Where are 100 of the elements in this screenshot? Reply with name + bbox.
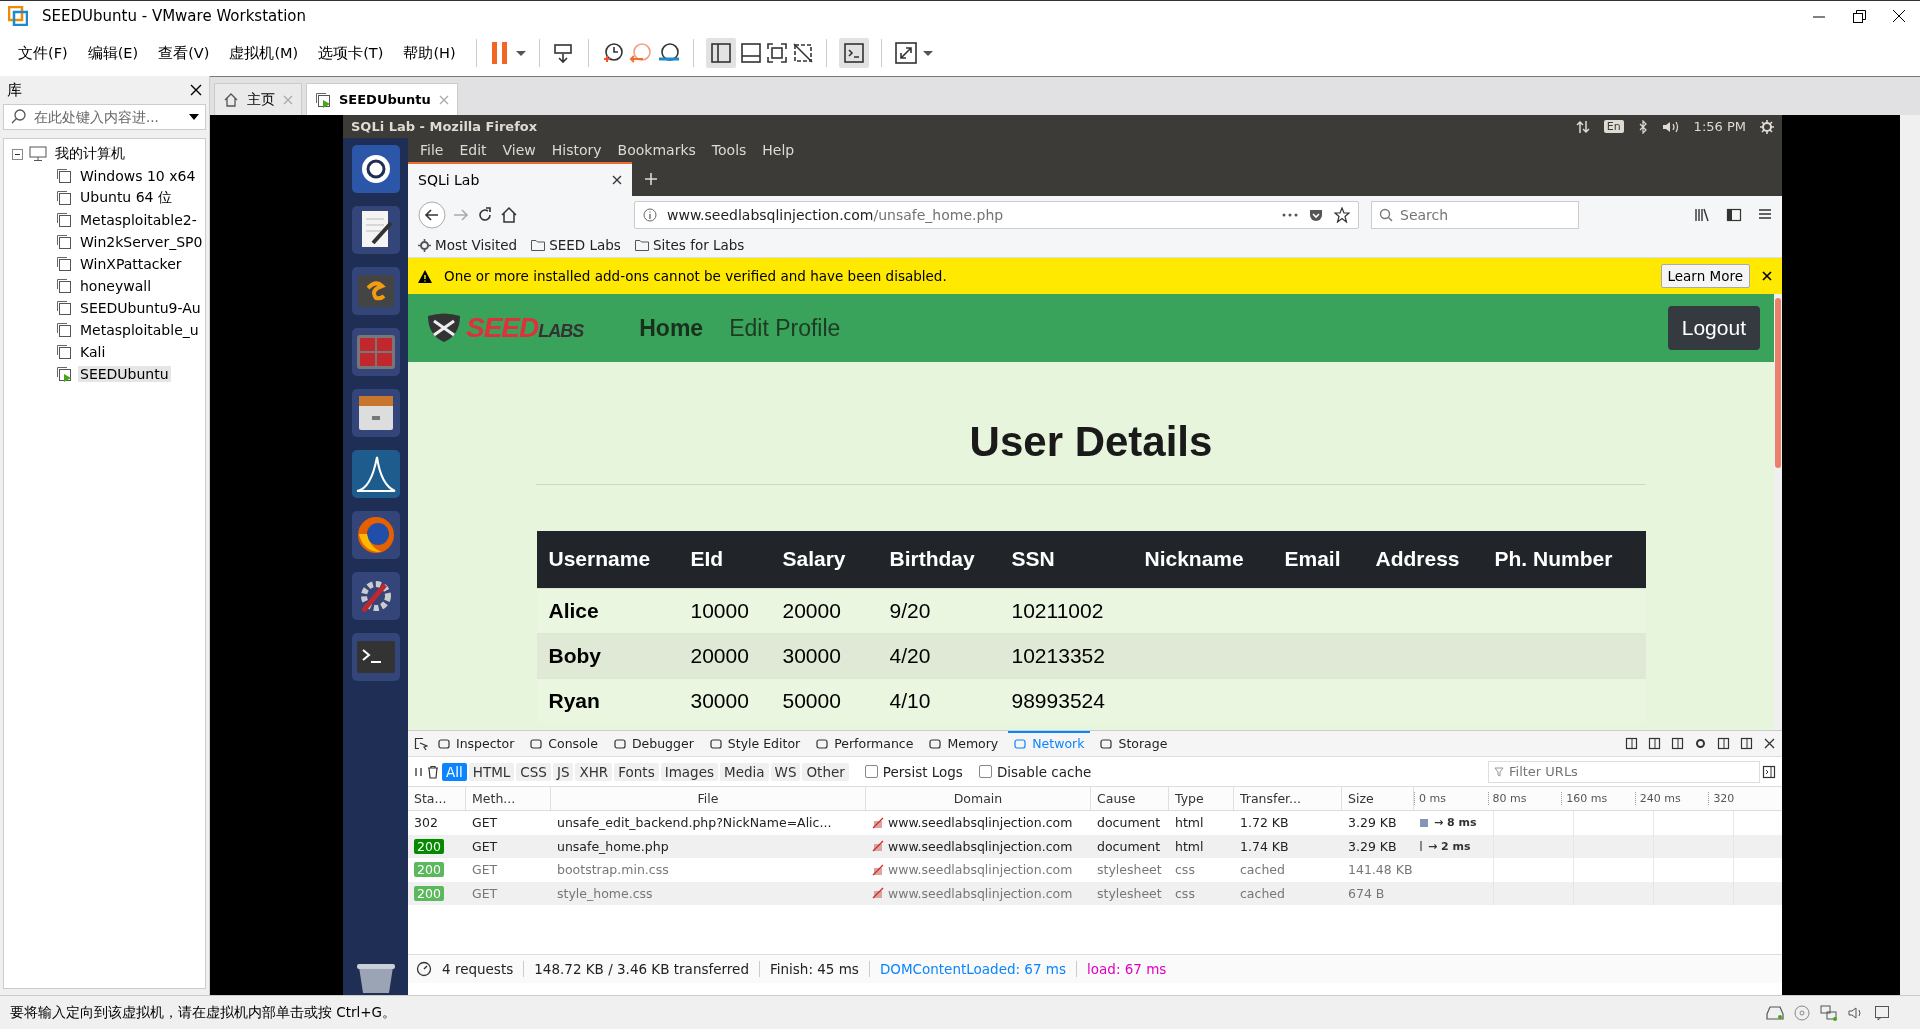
search-field[interactable]: Search [1371,200,1579,229]
trash-icon[interactable] [426,764,440,779]
sidebar-icon[interactable] [1726,206,1742,223]
console-icon[interactable] [842,42,865,64]
performance-icon[interactable] [416,961,432,977]
close-icon[interactable] [190,84,202,96]
reload-icon[interactable] [476,205,494,224]
scrollbar-thumb[interactable] [1775,298,1781,468]
fox-globe-icon[interactable] [350,510,401,560]
tree-item[interactable]: WinXPattacker [78,256,184,272]
devtools-tab[interactable]: Style Editor [703,731,807,756]
menu-item[interactable]: History [543,142,610,158]
column-header[interactable]: File [551,787,866,810]
devtools-tab[interactable]: Console [524,731,604,756]
sidebar-icon[interactable] [1717,737,1730,750]
tree-item[interactable]: Ubuntu 64 位 [78,189,174,207]
column-header[interactable]: Size [1342,787,1414,810]
devtools-tab[interactable]: Debugger [607,731,700,756]
tree-item[interactable]: SEEDUbuntu [78,366,171,382]
close-icon[interactable] [612,175,622,185]
close-icon[interactable] [1892,8,1906,23]
tree-item[interactable]: Metasploitable2- [78,212,199,228]
tab[interactable]: SEEDUbuntu [306,83,458,115]
menu-item[interactable]: 虚拟机(M) [221,43,307,63]
network-icon[interactable] [1820,1004,1838,1021]
bluetooth-icon[interactable] [1637,119,1648,134]
filter-button[interactable]: All [442,762,467,781]
column-header[interactable]: Transfer... [1234,787,1342,810]
more-icon[interactable] [1282,211,1298,218]
fin-icon[interactable] [350,449,401,499]
menu-icon[interactable] [1758,206,1772,221]
menu-item[interactable]: 帮助(H) [395,43,464,63]
tree-item[interactable]: Win2kServer_SP0 [78,234,205,250]
terminal-grid-icon[interactable] [350,327,401,377]
scrollbar-track[interactable] [1900,115,1920,995]
bookmark[interactable]: Sites for Labs [652,237,745,253]
devtools-tab[interactable]: Storage [1094,731,1174,756]
tree-item[interactable]: Windows 10 x64 [78,168,198,184]
keyboard-indicator[interactable]: En [1603,120,1624,133]
unity-off-icon[interactable] [791,42,814,64]
network-arrows-icon[interactable] [1575,119,1590,134]
home-icon[interactable] [500,205,518,224]
filter-button[interactable]: Fonts [614,762,659,781]
close-icon[interactable] [1763,737,1776,750]
menu-item[interactable]: 文件(F) [10,43,76,63]
filter-button[interactable]: Other [802,762,849,781]
menu-item[interactable]: 查看(V) [150,43,218,63]
tab[interactable]: 主页 [214,83,302,115]
tree-item[interactable]: Metasploitable_u [78,322,201,338]
close-icon[interactable] [1762,271,1772,281]
filter-button[interactable]: Media [720,762,769,781]
column-header[interactable]: Cause [1091,787,1169,810]
info-icon[interactable] [643,207,657,222]
speaker-icon[interactable] [1848,1004,1864,1021]
menu-item[interactable]: Tools [703,142,755,158]
column-header[interactable]: Meth... [466,787,551,810]
file-cabinet-icon[interactable] [350,388,401,438]
back-icon[interactable] [418,200,446,229]
tree-item[interactable]: Kali [78,344,108,360]
bookmark[interactable]: SEED Labs [549,237,621,253]
filter-button[interactable]: WS [770,762,801,781]
ubuntu-logo-icon[interactable] [350,144,401,194]
collapse-icon[interactable] [12,148,23,160]
clock[interactable]: 1:56 PM [1693,119,1746,134]
checkbox[interactable] [864,765,878,778]
pause-icon[interactable] [414,766,424,777]
restore-icon[interactable] [1852,8,1866,23]
filter-button[interactable]: Images [660,762,718,781]
tree-item[interactable]: 我的计算机 [53,145,127,163]
address-bar[interactable]: www.seedlabsqlinjection.com/unsafe_home.php [634,200,1359,229]
bookmark[interactable]: Most Visited [435,237,518,253]
filter-button[interactable]: XHR [575,762,613,781]
menu-item[interactable]: Help [754,142,803,158]
devtools-tab[interactable]: Inspector [432,731,521,756]
menu-item[interactable]: View [494,142,544,158]
stretch-icon[interactable] [893,41,918,65]
sidebar-view-icon[interactable] [709,42,732,64]
menu-item[interactable]: File [412,142,452,158]
filter-button[interactable]: CSS [516,762,551,781]
text-editor-icon[interactable] [350,205,401,255]
message-icon[interactable] [1874,1004,1890,1021]
full-screen-icon[interactable] [765,42,788,64]
logout-button[interactable]: Logout [1667,306,1760,350]
pick-element-icon[interactable] [414,736,428,751]
volume-icon[interactable] [1661,119,1680,134]
devtools-tab[interactable]: Memory [923,731,1005,756]
tree-item[interactable]: honeywall [78,278,154,294]
panel-toggle-icon[interactable] [1762,764,1776,779]
menu-item[interactable]: Bookmarks [609,142,704,158]
column-header[interactable]: Domain [866,787,1091,810]
new-tab-icon[interactable] [644,172,658,186]
menu-item[interactable]: Edit [451,142,495,158]
learn-more-button[interactable]: Learn More [1660,264,1750,288]
app-icon[interactable] [350,266,401,316]
bottom-panel-icon[interactable] [739,42,762,64]
column-header[interactable]: Sta... [408,787,466,810]
nav-link[interactable]: Edit Profile [729,314,841,342]
search-field[interactable]: 在此处键入内容进... [3,104,206,130]
browser-tab[interactable]: SQLi Lab [408,162,632,196]
checkbox[interactable] [978,765,992,778]
